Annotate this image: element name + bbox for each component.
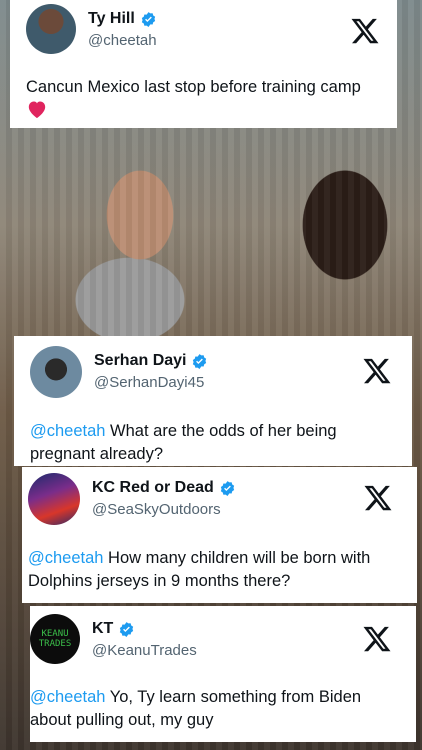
x-logo-icon [363,358,391,384]
x-logo-icon [351,18,379,44]
author-name-row: Ty Hill [88,10,157,28]
tweet-text: @cheetah Yo, Ty learn something from Bid… [30,686,405,732]
author-name-row: KT [92,620,135,638]
avatar[interactable] [28,473,80,525]
verified-badge-icon [220,480,234,496]
author-name[interactable]: KC Red or Dead [92,479,214,497]
tweet-card-reply[interactable]: KC Red or Dead @SeaSkyOutdoors @cheetah … [22,467,417,603]
verified-badge-icon [193,353,207,369]
author-name[interactable]: Serhan Dayi [94,352,186,370]
author-handle[interactable]: @SerhanDayi45 [94,374,204,391]
author-name[interactable]: Ty Hill [88,10,135,28]
heart-icon [28,101,46,119]
tweet-card-reply[interactable]: KEANU TRADES KT @KeanuTrades @cheetah Yo… [30,606,416,742]
mention-link[interactable]: @cheetah [30,422,105,440]
author-name-row: Serhan Dayi [94,352,208,370]
avatar[interactable]: KEANU TRADES [30,614,80,664]
avatar[interactable] [30,346,82,398]
x-logo-icon [364,485,392,511]
x-logo-icon [363,626,391,652]
author-handle[interactable]: @SeaSkyOutdoors [92,501,221,518]
tweet-card-original[interactable]: Ty Hill @cheetah Cancun Mexico last stop… [10,0,397,128]
verified-badge-icon [120,621,134,637]
mention-link[interactable]: @cheetah [30,688,105,706]
tweet-text: Cancun Mexico last stop before training … [26,76,386,99]
author-name[interactable]: KT [92,620,113,638]
tweet-text: @cheetah What are the odds of her being … [30,420,395,466]
mention-link[interactable]: @cheetah [28,549,103,567]
tweet-card-reply[interactable]: Serhan Dayi @SerhanDayi45 @cheetah What … [14,336,412,466]
tweet-text: @cheetah How many children will be born … [28,547,408,593]
avatar-logo-text: KEANU [41,629,69,639]
avatar-logo-text: TRADES [38,639,72,649]
author-handle[interactable]: @cheetah [88,32,157,49]
author-handle[interactable]: @KeanuTrades [92,642,197,659]
tweet-body: Cancun Mexico last stop before training … [26,78,361,96]
author-name-row: KC Red or Dead [92,479,236,497]
avatar[interactable] [26,4,76,54]
verified-badge-icon [141,11,155,27]
